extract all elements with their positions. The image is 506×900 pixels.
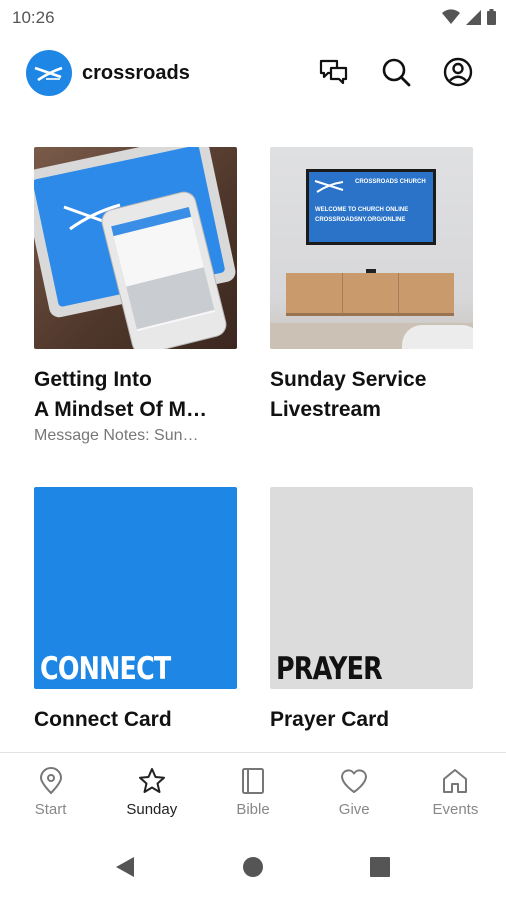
chat-button[interactable]	[318, 56, 350, 88]
tv-welcome-text: WELCOME TO CHURCH ONLINE	[315, 207, 409, 213]
card-title: Getting Into A Mindset Of M…	[34, 368, 208, 421]
location-pin-icon	[39, 767, 62, 795]
connect-tile-text: CONNECT	[40, 651, 171, 687]
book-icon	[242, 768, 264, 794]
card-image-connect: CONNECT	[34, 487, 237, 689]
home-icon	[443, 769, 468, 793]
nav-label-sunday: Sunday	[126, 801, 178, 818]
app-title: crossroads	[82, 62, 190, 84]
status-time: 10:26	[12, 8, 55, 27]
nav-label-start: Start	[34, 801, 67, 818]
status-bar: 10:26	[0, 0, 506, 36]
nav-label-give: Give	[338, 801, 370, 818]
nav-item-bible[interactable]: Bible	[202, 753, 303, 833]
nav-item-give[interactable]: Give	[304, 753, 405, 833]
card-image-tv-room: CROSSROADS CHURCH WELCOME TO CHURCH ONLI…	[270, 147, 473, 349]
prayer-tile-text: PRAYER	[276, 651, 383, 687]
recents-icon[interactable]	[369, 856, 391, 878]
nav-label-bible: Bible	[236, 801, 270, 818]
card-title: Connect Card	[34, 708, 172, 731]
card-prayer[interactable]: PRAYER Prayer Card	[270, 487, 473, 735]
card-connect[interactable]: CONNECT Connect Card	[34, 487, 237, 735]
search-icon	[382, 58, 411, 87]
crossroads-logo-icon[interactable]	[26, 50, 72, 96]
back-icon[interactable]	[114, 856, 136, 878]
account-button[interactable]	[442, 56, 474, 88]
chat-icon	[319, 59, 348, 85]
card-subtitle: Message Notes: Sun…	[34, 427, 199, 444]
tv-url-text: CROSSROADSNY.ORG/ONLINE	[315, 217, 406, 223]
tv-screen: CROSSROADS CHURCH WELCOME TO CHURCH ONLI…	[306, 169, 436, 245]
card-livestream[interactable]: CROSSROADS CHURCH WELCOME TO CHURCH ONLI…	[270, 147, 473, 427]
app-header: crossroads	[0, 48, 506, 104]
nav-item-sunday[interactable]: Sunday	[101, 753, 202, 833]
heart-icon	[341, 769, 368, 793]
wifi-icon	[442, 9, 460, 24]
nav-item-start[interactable]: Start	[0, 753, 101, 833]
nav-item-events[interactable]: Events	[405, 753, 506, 833]
battery-icon	[487, 9, 496, 25]
star-icon	[138, 768, 165, 793]
card-image-tablet-phone	[34, 147, 237, 349]
nav-label-events: Events	[432, 801, 479, 818]
chair	[402, 325, 473, 349]
search-button[interactable]	[380, 56, 412, 88]
cell-signal-icon	[466, 9, 481, 25]
tv-church-name: CROSSROADS CHURCH	[355, 179, 426, 185]
tv-console	[286, 273, 454, 316]
card-title: Prayer Card	[270, 708, 390, 731]
account-icon	[443, 57, 473, 87]
card-title: Sunday Service Livestream	[270, 368, 427, 421]
bottom-nav: Start Sunday Bible Give Events	[0, 753, 506, 833]
status-icons	[442, 9, 496, 25]
home-circle-icon[interactable]	[242, 856, 264, 878]
card-image-prayer: PRAYER	[270, 487, 473, 689]
card-message-notes[interactable]: Getting Into A Mindset Of M… Message Not…	[34, 147, 237, 445]
system-nav-bar	[0, 834, 506, 900]
